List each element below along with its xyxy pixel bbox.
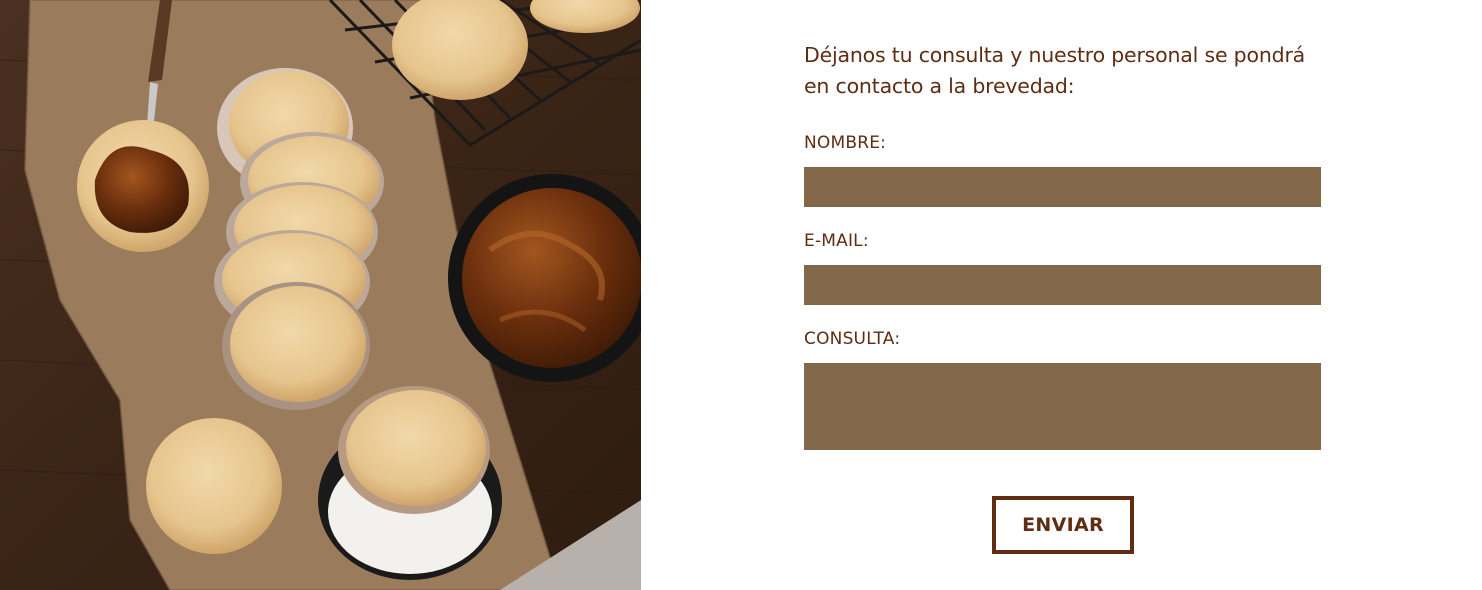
inquiry-label: CONSULTA: — [804, 329, 901, 349]
inquiry-field[interactable] — [804, 363, 1321, 450]
name-field[interactable] — [804, 167, 1321, 207]
email-field[interactable] — [804, 265, 1321, 305]
alfajor-in-coconut — [346, 390, 486, 506]
submit-button[interactable]: ENVIAR — [992, 496, 1134, 554]
email-label: E-MAIL: — [804, 231, 869, 251]
cookie-plain — [146, 418, 282, 554]
name-label: NOMBRE: — [804, 133, 887, 153]
form-intro-text: Déjanos tu consulta y nuestro personal s… — [804, 43, 1306, 98]
contact-page: Déjanos tu consulta y nuestro personal s… — [0, 0, 1482, 590]
dulce-de-leche — [462, 188, 641, 368]
alfajores-photo-illustration — [0, 0, 641, 590]
alfajores-photo — [0, 0, 641, 590]
contact-form: Déjanos tu consulta y nuestro personal s… — [804, 0, 1321, 590]
